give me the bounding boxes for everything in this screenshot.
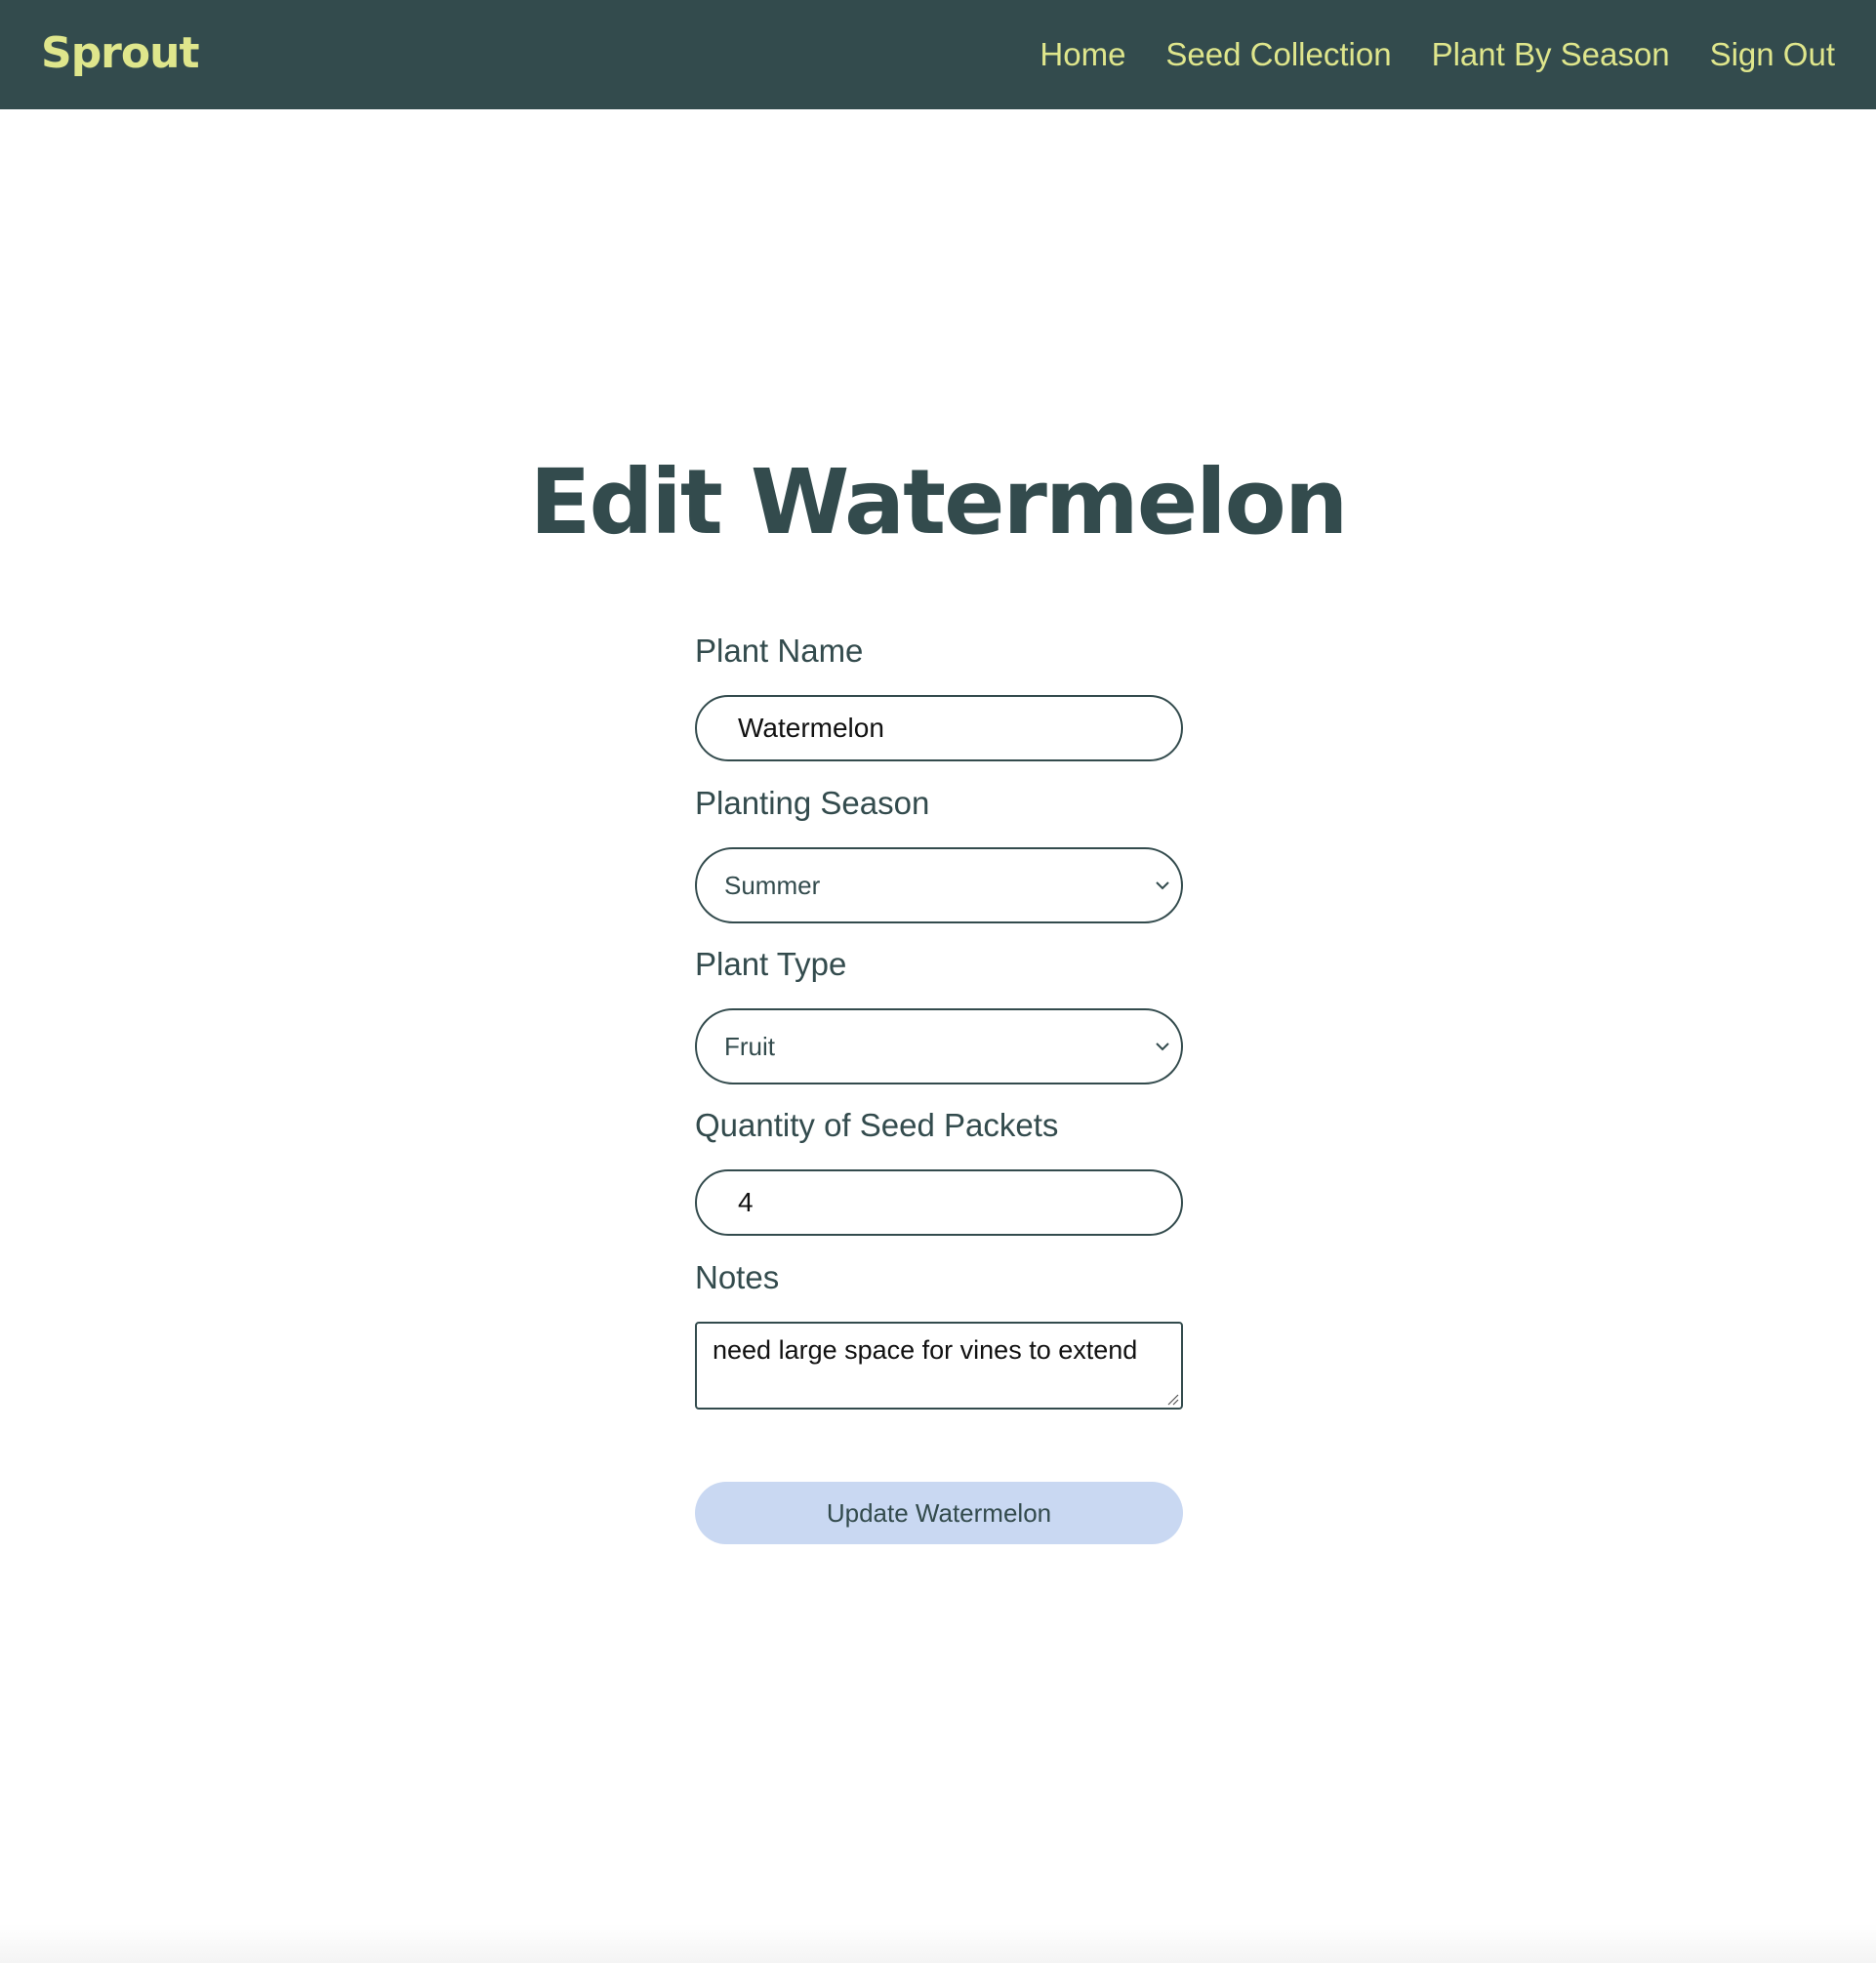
update-plant-button[interactable]: Update Watermelon — [695, 1482, 1183, 1544]
plant-name-label: Plant Name — [695, 633, 864, 669]
quantity-label: Quantity of Seed Packets — [695, 1107, 1059, 1143]
chevron-down-icon — [1156, 881, 1169, 890]
planting-season-selected: Summer — [724, 870, 821, 900]
nav-link-sign-out[interactable]: Sign Out — [1710, 36, 1835, 73]
plant-name-input[interactable] — [695, 695, 1183, 761]
nav-link-plant-by-season[interactable]: Plant By Season — [1432, 36, 1670, 73]
notes-textarea[interactable]: need large space for vines to extend — [695, 1322, 1183, 1410]
resize-handle-icon[interactable] — [1165, 1392, 1179, 1406]
nav-link-home[interactable]: Home — [1040, 36, 1125, 73]
chevron-down-icon — [1156, 1043, 1169, 1051]
planting-season-select[interactable]: Summer — [695, 847, 1183, 923]
plant-type-select[interactable]: Fruit — [695, 1008, 1183, 1084]
nav-links: Home Seed Collection Plant By Season Sig… — [1040, 0, 1835, 109]
plant-type-selected: Fruit — [724, 1031, 775, 1061]
brand-logo[interactable]: Sprout — [41, 21, 199, 86]
nav-link-seed-collection[interactable]: Seed Collection — [1165, 36, 1391, 73]
notes-label: Notes — [695, 1259, 780, 1295]
planting-season-label: Planting Season — [695, 785, 930, 821]
bottom-edge — [0, 1924, 1876, 1963]
plant-type-label: Plant Type — [695, 946, 847, 982]
quantity-input[interactable] — [695, 1169, 1183, 1236]
navbar: Sprout Home Seed Collection Plant By Sea… — [0, 0, 1876, 109]
notes-wrapper: need large space for vines to extend — [695, 1322, 1183, 1410]
page-title: Edit Watermelon — [529, 450, 1349, 554]
